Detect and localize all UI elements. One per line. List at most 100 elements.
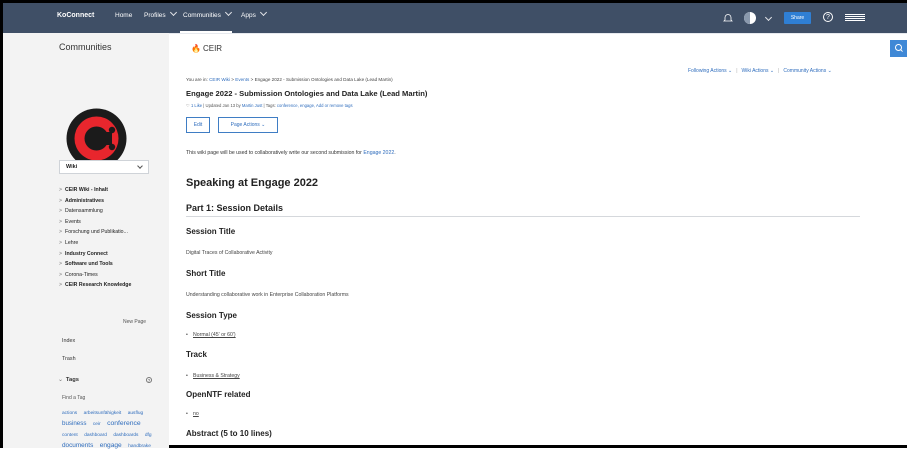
session-type-value[interactable]: Normal (45' or 60') xyxy=(186,332,236,338)
chevron-right-icon: > xyxy=(59,282,63,289)
notifications-bell-icon[interactable] xyxy=(723,13,733,23)
tag-link[interactable]: content xyxy=(62,433,78,438)
sidebar-tree-item[interactable]: > Administratives xyxy=(59,196,159,207)
tag-cloud: actions arbeitsunfähigkeit ausflug busin… xyxy=(62,406,162,450)
info-icon[interactable]: ? xyxy=(146,377,152,383)
tag-link[interactable]: ceir xyxy=(93,422,101,427)
sidebar-tree-item[interactable]: > Industry Connect xyxy=(59,249,159,260)
wiki-select[interactable]: Wiki xyxy=(59,160,149,174)
tags-section-toggle[interactable]: ⌄ Tags xyxy=(58,377,79,383)
search-button[interactable] xyxy=(890,40,907,57)
heading-part1: Part 1: Session Details xyxy=(186,203,284,213)
chevron-down-icon xyxy=(224,8,232,17)
breadcrumb-events-link[interactable]: Events xyxy=(235,77,249,82)
following-actions-label: Following Actions xyxy=(688,68,727,74)
share-button[interactable]: Share xyxy=(784,12,811,24)
engage-2022-link[interactable]: Engage 2022 xyxy=(363,150,394,156)
chevron-right-icon: > xyxy=(59,229,63,236)
track-value[interactable]: Business & Strategy xyxy=(186,373,240,379)
sidebar-tree-item-label: Forschung und Publikatio... xyxy=(65,229,128,236)
heading-session-type: Session Type xyxy=(186,311,237,320)
chevron-right-icon: > xyxy=(59,197,63,204)
add-remove-tags-link[interactable]: Add or remove tags xyxy=(316,103,353,108)
tag-link[interactable]: dashboards xyxy=(113,433,138,438)
sidebar-tree-item[interactable]: > Software und Tools xyxy=(59,259,159,270)
page-actions-button[interactable]: Page Actions ⌄ xyxy=(218,117,278,133)
heading-speaking: Speaking at Engage 2022 xyxy=(186,177,319,189)
following-actions-menu[interactable]: Following Actions ⌄ xyxy=(688,68,732,74)
tag-link[interactable]: dashboard xyxy=(84,433,107,438)
index-link[interactable]: Index xyxy=(62,338,75,344)
like-link[interactable]: 1 Like xyxy=(191,103,202,108)
chevron-down-icon[interactable] xyxy=(764,13,773,22)
trash-link[interactable]: Trash xyxy=(62,356,76,362)
sidebar-tree-item[interactable]: > Forschung und Publikatio... xyxy=(59,227,159,238)
nav-profiles[interactable]: Profiles xyxy=(144,8,177,19)
chevron-right-icon: > xyxy=(59,261,63,268)
flame-icon: 🔥 xyxy=(191,44,201,53)
nav-communities-label: Communities xyxy=(183,12,221,19)
sidebar-tree-item[interactable]: > CEIR Wiki - Inhalt xyxy=(59,185,159,196)
new-page-link[interactable]: New Page xyxy=(123,319,146,325)
chevron-down-icon xyxy=(169,8,177,17)
wiki-actions-label: Wiki Actions xyxy=(741,68,769,74)
sidebar-tree-item[interactable]: > Lehre xyxy=(59,238,159,249)
heading-short-title: Short Title xyxy=(186,269,226,278)
sidebar-tree-item-label: Administratives xyxy=(65,197,104,204)
sidebar-tree-item[interactable]: > CEIR Research Knowledge xyxy=(59,280,159,291)
breadcrumb-wiki-link[interactable]: CEIR Wiki xyxy=(209,77,230,82)
sidebar-tree-item[interactable]: > Events xyxy=(59,217,159,228)
tag-link[interactable]: actions xyxy=(62,411,77,416)
ibm-logo xyxy=(845,14,865,22)
tag-link[interactable]: business xyxy=(62,420,86,427)
tag-link[interactable]: arbeitsunfähigkeit xyxy=(84,411,122,416)
community-name: CEIR xyxy=(202,44,223,53)
sidebar: Communities Wiki > CEIR Wiki - Inhalt > Adm… xyxy=(3,33,169,450)
breadcrumb: You are in: CEIR Wiki > Events > Engage … xyxy=(186,77,393,82)
nav-apps[interactable]: Apps xyxy=(241,8,267,19)
wiki-actions-menu[interactable]: Wiki Actions ⌄ xyxy=(742,68,775,74)
sidebar-tree-item-label: Events xyxy=(65,218,81,225)
heading-session-title: Session Title xyxy=(186,227,236,236)
brand-link[interactable]: KoConnect xyxy=(57,12,94,19)
updated-text: | Updated Jan 13 by xyxy=(203,103,241,108)
nav-home[interactable]: Home xyxy=(115,12,132,19)
heart-icon[interactable]: ♡ xyxy=(186,103,190,108)
chevron-right-icon: > xyxy=(59,239,63,246)
sidebar-tree-item-label: CEIR Wiki - Inhalt xyxy=(65,187,108,193)
author-link[interactable]: Martin Just xyxy=(242,103,262,108)
community-header[interactable]: 🔥 CEIR xyxy=(191,44,222,53)
chevron-down-icon xyxy=(137,163,143,169)
help-icon[interactable]: ? xyxy=(823,12,833,22)
edit-button[interactable]: Edit xyxy=(186,117,210,133)
chevron-down-icon xyxy=(259,8,267,17)
nav-profiles-label: Profiles xyxy=(144,12,166,19)
tag-link[interactable]: handbrake xyxy=(128,444,151,449)
tag-link[interactable]: conference xyxy=(107,420,141,427)
tag-link[interactable]: ausflug xyxy=(128,411,143,416)
chevron-right-icon: > xyxy=(59,250,63,257)
community-actions-menu[interactable]: Community Actions ⌄ xyxy=(783,68,831,74)
sidebar-tree-item-label: CEIR Research Knowledge xyxy=(65,282,132,289)
page-actions-label: Page Actions xyxy=(230,122,260,128)
breadcrumb-separator: > xyxy=(231,77,234,82)
actions-row: Following Actions ⌄ | Wiki Actions ⌄ | Commu… xyxy=(688,68,832,74)
sidebar-title: Communities xyxy=(59,42,112,52)
page-meta: ♡ 1 Like | Updated Jan 13 by Martin Just… xyxy=(186,103,353,108)
heading-track: Track xyxy=(186,350,207,359)
tag-link[interactable]: dfg xyxy=(145,433,152,438)
tags-heading: Tags xyxy=(65,377,79,383)
sidebar-tree-item-label: Industry Connect xyxy=(65,250,108,257)
page-tags[interactable]: conference, engage, xyxy=(277,103,315,108)
community-actions-label: Community Actions xyxy=(783,68,827,74)
nav-communities[interactable]: Communities xyxy=(183,8,232,19)
sidebar-tree-item-label: Software und Tools xyxy=(65,261,113,268)
sidebar-tree-item[interactable]: > Datensammlung xyxy=(59,206,159,217)
sidebar-tree-item[interactable]: > Corona-Times xyxy=(59,270,159,281)
chevron-right-icon: > xyxy=(59,187,63,193)
heading-openntf: OpenNTF related xyxy=(186,390,251,399)
avatar[interactable] xyxy=(744,12,756,24)
openntf-value[interactable]: no xyxy=(186,411,199,417)
chevron-right-icon: > xyxy=(59,208,63,215)
page-title: Engage 2022 - Submission Ontologies and … xyxy=(186,89,428,98)
